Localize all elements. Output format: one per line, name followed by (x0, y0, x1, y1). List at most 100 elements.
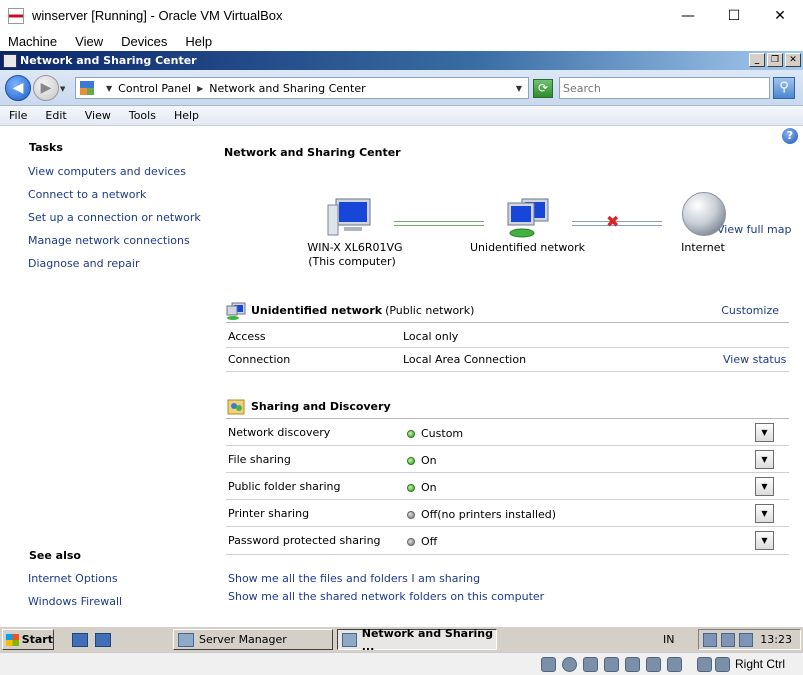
guest-close-button[interactable]: ✕ (785, 53, 801, 67)
computer-icon[interactable] (326, 195, 374, 239)
network-discovery-label: Network discovery (228, 426, 331, 439)
recording-icon[interactable] (697, 657, 712, 672)
search-input[interactable] (559, 77, 770, 99)
refresh-button[interactable]: ⟳ (533, 79, 553, 98)
network-section-title: Unidentified network (251, 304, 383, 317)
display-icon[interactable] (667, 657, 682, 672)
map-connection-line (394, 221, 484, 226)
row-divider (226, 347, 789, 348)
task-manage-connections[interactable]: Manage network connections (28, 234, 190, 247)
file-sharing-status: On (403, 454, 437, 467)
task-connect-network[interactable]: Connect to a network (28, 188, 146, 201)
start-button[interactable]: Start (2, 629, 54, 650)
network-label: Unidentified network (470, 241, 586, 254)
address-bar[interactable]: ▼ Control Panel ▶ Network and Sharing Ce… (75, 77, 529, 99)
vbox-menu-devices[interactable]: Devices (121, 34, 167, 49)
status-off-icon (407, 510, 415, 519)
audio-icon[interactable] (583, 657, 598, 672)
clock[interactable]: 13:23 (760, 633, 792, 646)
language-indicator[interactable]: IN (663, 633, 674, 646)
guest-window-titlebar: Network and Sharing Center _ ❐ ✕ (0, 51, 803, 70)
task-setup-connection[interactable]: Set up a connection or network (28, 211, 201, 224)
public-folder-sharing-status: On (403, 481, 437, 494)
menu-view[interactable]: View (85, 109, 111, 122)
network-center-icon (342, 632, 357, 647)
help-icon[interactable]: ? (782, 128, 798, 144)
network-center-icon (3, 53, 17, 68)
access-value: Local only (403, 330, 459, 343)
taskbar-server-manager[interactable]: Server Manager (173, 629, 333, 650)
network-adapter-icon[interactable] (604, 657, 619, 672)
show-shared-folders-link[interactable]: Show me all the shared network folders o… (228, 590, 544, 603)
menu-edit[interactable]: Edit (45, 109, 66, 122)
show-shared-files-link[interactable]: Show me all the files and folders I am s… (228, 572, 480, 585)
vbox-menu-view[interactable]: View (75, 34, 103, 49)
menu-tools[interactable]: Tools (129, 109, 156, 122)
disconnected-x-icon: ✖ (606, 212, 620, 231)
connection-label: Connection (228, 353, 291, 366)
task-diagnose-repair[interactable]: Diagnose and repair (28, 257, 140, 270)
server-manager-quicklaunch-icon[interactable] (72, 633, 88, 647)
vbox-titlebar: winserver [Running] - Oracle VM VirtualB… (0, 0, 803, 31)
view-full-map-link[interactable]: View full map (717, 223, 792, 236)
network-tray-icon[interactable] (721, 632, 735, 647)
mouse-integration-icon[interactable] (715, 657, 730, 672)
show-desktop-icon[interactable] (95, 633, 111, 647)
tray-icon[interactable] (703, 632, 717, 647)
link-internet-options[interactable]: Internet Options (28, 572, 118, 585)
vbox-menu-machine[interactable]: Machine (8, 34, 57, 49)
public-folder-sharing-value: On (421, 481, 437, 494)
optical-drive-icon[interactable] (562, 657, 577, 672)
status-on-icon (407, 456, 415, 465)
breadcrumb-arrow-icon[interactable]: ▶ (197, 84, 203, 93)
system-tray: 13:23 (698, 629, 801, 650)
computer-sublabel: (This computer) (308, 255, 396, 268)
taskbar-network-center[interactable]: Network and Sharing ... (337, 627, 497, 653)
password-sharing-expand-button[interactable]: ▼ (755, 531, 774, 550)
guest-window-title: Network and Sharing Center (20, 54, 197, 67)
file-sharing-label: File sharing (228, 453, 291, 466)
minimize-button[interactable]: — (665, 0, 711, 31)
guest-minimize-button[interactable]: _ (749, 53, 765, 67)
menu-help[interactable]: Help (174, 109, 199, 122)
address-dropdown-icon[interactable]: ▼ (516, 84, 522, 93)
hard-disk-icon[interactable] (541, 657, 556, 672)
row-divider (226, 371, 789, 372)
vbox-menu-help[interactable]: Help (185, 34, 212, 49)
customize-link[interactable]: Customize (721, 304, 779, 317)
vbox-menubar: Machine View Devices Help (0, 31, 803, 51)
server-manager-icon (178, 632, 194, 647)
network-discovery-expand-button[interactable]: ▼ (755, 423, 774, 442)
close-button[interactable]: ✕ (757, 0, 803, 31)
maximize-button[interactable]: ☐ (711, 0, 757, 31)
breadcrumb-network-center[interactable]: Network and Sharing Center (209, 82, 365, 95)
back-button[interactable]: ◀ (5, 75, 31, 101)
tasks-heading: Tasks (29, 141, 63, 154)
printer-sharing-expand-button[interactable]: ▼ (755, 504, 774, 523)
windows-logo-icon (6, 633, 19, 646)
task-label: Server Manager (199, 633, 287, 646)
breadcrumb-control-panel[interactable]: Control Panel (118, 82, 191, 95)
public-folder-sharing-label: Public folder sharing (228, 480, 341, 493)
page-title: Network and Sharing Center (224, 146, 401, 159)
recent-pages-dropdown[interactable]: ▼ (60, 85, 65, 93)
menu-file[interactable]: File (9, 109, 27, 122)
address-toolbar: ◀ ▶ ▼ ▼ Control Panel ▶ Network and Shar… (0, 70, 803, 106)
task-view-computers[interactable]: View computers and devices (28, 165, 186, 178)
shared-folders-icon[interactable] (646, 657, 661, 672)
network-icon[interactable] (500, 195, 554, 239)
host-key-label: Right Ctrl (735, 657, 786, 671)
file-sharing-value: On (421, 454, 437, 467)
search-icon[interactable]: ⚲ (773, 77, 795, 99)
guest-restore-button[interactable]: ❐ (767, 53, 783, 67)
file-sharing-expand-button[interactable]: ▼ (755, 450, 774, 469)
public-folder-sharing-expand-button[interactable]: ▼ (755, 477, 774, 496)
usb-icon[interactable] (625, 657, 640, 672)
forward-button[interactable]: ▶ (33, 75, 59, 101)
volume-muted-icon[interactable] (739, 632, 753, 647)
internet-globe-icon[interactable] (682, 192, 726, 236)
view-status-link[interactable]: View status (723, 353, 786, 366)
breadcrumb-arrow-icon[interactable]: ▼ (106, 84, 112, 93)
link-windows-firewall[interactable]: Windows Firewall (28, 595, 122, 608)
network-discovery-status: Custom (403, 427, 463, 440)
